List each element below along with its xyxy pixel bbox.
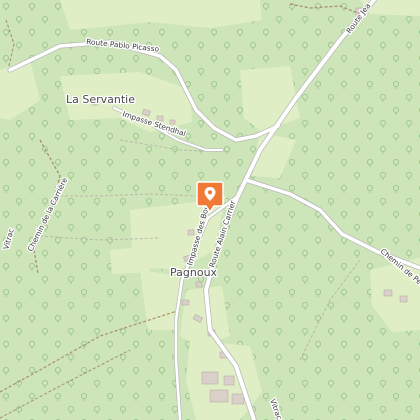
place-label-pagnoux: Pagnoux (170, 266, 218, 279)
place-label-la-servantie: La Servantie (66, 93, 135, 106)
location-pin-icon[interactable] (196, 180, 224, 214)
map-canvas[interactable]: La Servantie Pagnoux Route Pablo Picasso… (0, 0, 420, 420)
